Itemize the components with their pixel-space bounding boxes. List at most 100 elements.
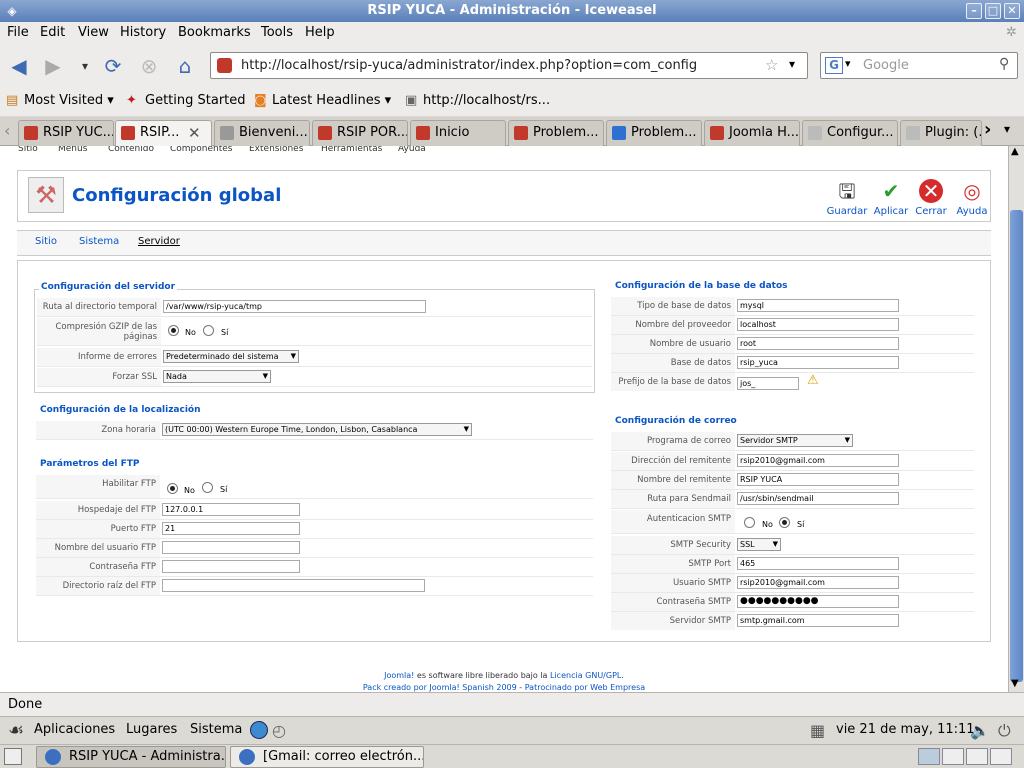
ftp-pass-input[interactable] bbox=[162, 560, 300, 573]
tab-rsip-portal[interactable]: RSIP POR... bbox=[312, 120, 408, 146]
top-menu-ayuda[interactable]: Ayuda bbox=[398, 146, 426, 154]
scrollbar-thumb[interactable] bbox=[1010, 210, 1023, 682]
tab-joomla-help[interactable]: Joomla H... bbox=[704, 120, 800, 146]
url-bar[interactable]: http://localhost/rsip-yuca/administrator… bbox=[210, 52, 808, 79]
mail-launcher-icon[interactable]: ◴ bbox=[272, 721, 286, 740]
tab-rsip-active[interactable]: RSIP... ✕ bbox=[115, 120, 212, 147]
volume-icon[interactable]: 🔈 bbox=[970, 721, 990, 740]
db-name-input[interactable]: rsip_yuca bbox=[737, 356, 899, 369]
back-icon[interactable]: ◀ bbox=[6, 53, 32, 79]
top-menu-menus[interactable]: Menús bbox=[58, 146, 87, 154]
workspace-1[interactable] bbox=[918, 748, 940, 765]
stop-icon[interactable]: ⊗ bbox=[136, 53, 162, 79]
menu-bookmarks[interactable]: Bookmarks bbox=[178, 22, 251, 44]
menu-sistema[interactable]: Sistema bbox=[190, 722, 242, 737]
apply-button[interactable]: ✔ Aplicar bbox=[870, 179, 912, 217]
help-button[interactable]: ◎ Ayuda bbox=[951, 179, 993, 217]
spanish-pack-link[interactable]: Pack creado por Joomla! Spanish 2009 bbox=[363, 683, 517, 692]
gzip-yes-radio[interactable] bbox=[203, 325, 214, 336]
minimize-icon[interactable]: – bbox=[966, 3, 982, 19]
task-gmail[interactable]: [Gmail: correo electrón... bbox=[230, 746, 424, 768]
gzip-no-radio[interactable] bbox=[168, 325, 179, 336]
menu-file[interactable]: File bbox=[7, 22, 29, 44]
smtp-security-select[interactable]: SSL ▼ bbox=[737, 538, 781, 551]
top-menu-extensiones[interactable]: Extensiones bbox=[249, 146, 303, 154]
smtp-auth-yes-radio[interactable] bbox=[779, 517, 790, 528]
browser-launcher-icon[interactable] bbox=[250, 721, 268, 739]
bookmark-most-visited[interactable]: Most Visited ▾ bbox=[24, 93, 114, 108]
search-box[interactable]: G ▾ Google ⚲ bbox=[820, 52, 1018, 79]
sendmail-input[interactable]: /usr/sbin/sendmail bbox=[737, 492, 899, 505]
scroll-up-icon[interactable]: ▲ bbox=[1011, 146, 1019, 157]
sponsor-link[interactable]: Patrocinado por Web Empresa bbox=[525, 683, 645, 692]
mail-from-input[interactable]: rsip2010@gmail.com bbox=[737, 454, 899, 467]
reload-icon[interactable]: ⟳ bbox=[100, 53, 126, 79]
tab-inicio[interactable]: Inicio bbox=[410, 120, 506, 146]
timezone-select[interactable]: (UTC 00:00) Western Europe Time, London,… bbox=[162, 423, 472, 436]
db-host-input[interactable]: localhost bbox=[737, 318, 899, 331]
forward-icon[interactable]: ▶ bbox=[40, 53, 66, 79]
clock[interactable]: vie 21 de may, 11:11 bbox=[836, 722, 975, 737]
tab-rsip-yuca-1[interactable]: RSIP YUC... bbox=[18, 120, 114, 146]
smtp-host-input[interactable]: smtp.gmail.com bbox=[737, 614, 899, 627]
tab-problem-1[interactable]: Problem... bbox=[508, 120, 604, 146]
window-menu-icon[interactable]: ◈ bbox=[4, 3, 20, 19]
smtp-pass-input[interactable]: ●●●●●●●●●● bbox=[737, 595, 899, 608]
bookmark-localhost[interactable]: http://localhost/rs... bbox=[423, 93, 550, 108]
bookmark-getting-started[interactable]: Getting Started bbox=[145, 93, 246, 108]
tab-problem-2[interactable]: Problem... bbox=[606, 120, 702, 146]
ftp-no-radio[interactable] bbox=[167, 483, 178, 494]
tab-configuracion[interactable]: Configur... bbox=[802, 120, 898, 146]
subtab-sitio[interactable]: Sitio bbox=[35, 236, 57, 247]
scroll-tabs-left-icon[interactable]: ‹ bbox=[4, 121, 10, 140]
db-user-input[interactable]: root bbox=[737, 337, 899, 350]
maximize-icon[interactable]: □ bbox=[985, 3, 1001, 19]
save-button[interactable]: 🖫 Guardar bbox=[826, 179, 868, 217]
search-icon[interactable]: ⚲ bbox=[999, 56, 1009, 72]
task-rsip-yuca[interactable]: RSIP YUCA - Administra... bbox=[36, 746, 226, 768]
workspace-2[interactable] bbox=[942, 748, 964, 765]
ftp-root-input[interactable] bbox=[162, 579, 425, 592]
show-desktop-icon[interactable] bbox=[4, 748, 22, 765]
ssl-select[interactable]: Nada ▼ bbox=[163, 370, 271, 383]
tmp-path-input[interactable]: /var/www/rsip-yuca/tmp bbox=[163, 300, 426, 313]
menu-lugares[interactable]: Lugares bbox=[126, 722, 177, 737]
top-menu-componentes[interactable]: Componentes bbox=[170, 146, 232, 154]
joomla-link[interactable]: Joomla! bbox=[384, 671, 414, 680]
search-engine-icon[interactable]: G bbox=[825, 57, 843, 74]
subtab-servidor[interactable]: Servidor bbox=[138, 236, 180, 247]
top-menu-contenido[interactable]: Contenido bbox=[108, 146, 154, 154]
subtab-sistema[interactable]: Sistema bbox=[79, 236, 119, 247]
menu-aplicaciones[interactable]: Aplicaciones bbox=[34, 722, 115, 737]
tab-plugin[interactable]: Plugin: (... bbox=[900, 120, 982, 146]
bookmark-star-icon[interactable]: ☆ bbox=[765, 56, 778, 74]
search-engine-dropdown-icon[interactable]: ▾ bbox=[845, 57, 851, 70]
ftp-port-input[interactable]: 21 bbox=[162, 522, 300, 535]
workspace-3[interactable] bbox=[966, 748, 988, 765]
list-all-tabs-icon[interactable]: ▾ bbox=[1004, 122, 1010, 136]
license-link[interactable]: Licencia GNU/GPL bbox=[550, 671, 621, 680]
workspace-4[interactable] bbox=[990, 748, 1012, 765]
mailer-select[interactable]: Servidor SMTP ▼ bbox=[737, 434, 853, 447]
smtp-auth-no-radio[interactable] bbox=[744, 517, 755, 528]
vertical-scrollbar[interactable]: ▲ ▼ bbox=[1008, 146, 1024, 692]
menu-help[interactable]: Help bbox=[305, 22, 335, 44]
search-input[interactable]: Google bbox=[863, 58, 909, 73]
url-dropdown-icon[interactable]: ▾ bbox=[789, 57, 795, 71]
ftp-host-input[interactable]: 127.0.0.1 bbox=[162, 503, 300, 516]
close-button[interactable]: ✕ Cerrar bbox=[910, 179, 952, 217]
home-icon[interactable]: ⌂ bbox=[172, 53, 198, 79]
history-dropdown-icon[interactable]: ▾ bbox=[72, 53, 98, 79]
bookmark-latest-headlines[interactable]: Latest Headlines ▾ bbox=[272, 93, 391, 108]
ftp-yes-radio[interactable] bbox=[202, 482, 213, 493]
scroll-tabs-right-icon[interactable]: › bbox=[984, 119, 991, 140]
tab-bienvenido[interactable]: Bienveni... bbox=[214, 120, 310, 146]
network-icon[interactable]: ▦ bbox=[810, 721, 825, 740]
db-type-input[interactable]: mysql bbox=[737, 299, 899, 312]
smtp-port-input[interactable]: 465 bbox=[737, 557, 899, 570]
menu-tools[interactable]: Tools bbox=[261, 22, 293, 44]
menu-view[interactable]: View bbox=[78, 22, 109, 44]
mail-fromname-input[interactable]: RSIP YUCA bbox=[737, 473, 899, 486]
top-menu-herramientas[interactable]: Herramientas bbox=[321, 146, 382, 154]
close-tab-icon[interactable]: ✕ bbox=[188, 121, 201, 145]
